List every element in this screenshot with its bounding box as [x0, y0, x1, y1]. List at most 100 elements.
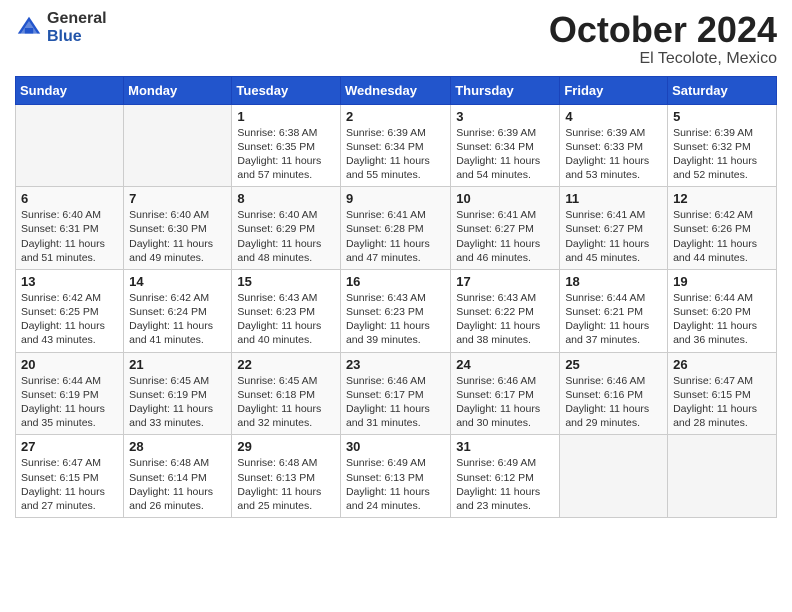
day-number: 27: [21, 439, 118, 454]
weekday-header-friday: Friday: [560, 76, 668, 104]
calendar-cell: 7Sunrise: 6:40 AM Sunset: 6:30 PM Daylig…: [124, 187, 232, 270]
day-info: Sunrise: 6:47 AM Sunset: 6:15 PM Dayligh…: [673, 374, 771, 431]
day-number: 1: [237, 109, 335, 124]
day-info: Sunrise: 6:41 AM Sunset: 6:27 PM Dayligh…: [565, 208, 662, 265]
calendar-cell: 16 Sunrise: 6:43 AM Sunset: 6:23 PM Dayli…: [340, 269, 450, 352]
week-row-3: 13 Sunrise: 6:42 AM Sunset: 6:25 PM Dayli…: [16, 269, 777, 352]
calendar-cell: 4 Sunrise: 6:39 AM Sunset: 6:33 PM Daylig…: [560, 104, 668, 187]
calendar-cell: 21 Sunrise: 6:45 AM Sunset: 6:19 PM Dayli…: [124, 352, 232, 435]
page: General Blue October 2024 El Tecolote, M…: [0, 0, 792, 612]
logo-text: General Blue: [47, 10, 107, 45]
day-info: Sunrise: 6:41 AM Sunset: 6:28 PM Dayligh…: [346, 208, 445, 265]
weekday-header-wednesday: Wednesday: [340, 76, 450, 104]
calendar-cell: 28 Sunrise: 6:48 AM Sunset: 6:14 PM Dayli…: [124, 435, 232, 518]
calendar-cell: 14 Sunrise: 6:42 AM Sunset: 6:24 PM Dayli…: [124, 269, 232, 352]
day-number: 8: [237, 191, 335, 206]
day-number: 18: [565, 274, 662, 289]
title-block: October 2024 El Tecolote, Mexico: [549, 10, 777, 68]
day-number: 16: [346, 274, 445, 289]
day-number: 20: [21, 357, 118, 372]
day-info: Sunrise: 6:39 AM Sunset: 6:34 PM Dayligh…: [346, 126, 445, 183]
weekday-header-thursday: Thursday: [451, 76, 560, 104]
calendar-cell: 31 Sunrise: 6:49 AM Sunset: 6:12 PM Dayli…: [451, 435, 560, 518]
day-number: 4: [565, 109, 662, 124]
weekday-header-tuesday: Tuesday: [232, 76, 341, 104]
day-number: 9: [346, 191, 445, 206]
day-number: 30: [346, 439, 445, 454]
calendar-table: SundayMondayTuesdayWednesdayThursdayFrid…: [15, 76, 777, 518]
weekday-header-monday: Monday: [124, 76, 232, 104]
weekday-header-row: SundayMondayTuesdayWednesdayThursdayFrid…: [16, 76, 777, 104]
calendar-cell: 30 Sunrise: 6:49 AM Sunset: 6:13 PM Dayli…: [340, 435, 450, 518]
calendar-cell: 10Sunrise: 6:41 AM Sunset: 6:27 PM Dayli…: [451, 187, 560, 270]
day-number: 22: [237, 357, 335, 372]
calendar-cell: 2 Sunrise: 6:39 AM Sunset: 6:34 PM Daylig…: [340, 104, 450, 187]
day-info: Sunrise: 6:42 AM Sunset: 6:24 PM Dayligh…: [129, 291, 226, 348]
calendar-cell: 18 Sunrise: 6:44 AM Sunset: 6:21 PM Dayli…: [560, 269, 668, 352]
calendar-cell: 8 Sunrise: 6:40 AM Sunset: 6:29 PM Daylig…: [232, 187, 341, 270]
calendar-cell: 3 Sunrise: 6:39 AM Sunset: 6:34 PM Daylig…: [451, 104, 560, 187]
week-row-2: 6 Sunrise: 6:40 AM Sunset: 6:31 PM Daylig…: [16, 187, 777, 270]
day-number: 12: [673, 191, 771, 206]
logo: General Blue: [15, 10, 107, 45]
day-info: Sunrise: 6:48 AM Sunset: 6:13 PM Dayligh…: [237, 456, 335, 513]
day-number: 19: [673, 274, 771, 289]
day-info: Sunrise: 6:46 AM Sunset: 6:17 PM Dayligh…: [456, 374, 554, 431]
week-row-1: 1 Sunrise: 6:38 AM Sunset: 6:35 PM Daylig…: [16, 104, 777, 187]
calendar-cell: 29Sunrise: 6:48 AM Sunset: 6:13 PM Dayli…: [232, 435, 341, 518]
calendar-cell: 13 Sunrise: 6:42 AM Sunset: 6:25 PM Dayli…: [16, 269, 124, 352]
day-info: Sunrise: 6:44 AM Sunset: 6:21 PM Dayligh…: [565, 291, 662, 348]
logo-icon: [15, 14, 43, 42]
weekday-header-sunday: Sunday: [16, 76, 124, 104]
day-info: Sunrise: 6:40 AM Sunset: 6:31 PM Dayligh…: [21, 208, 118, 265]
calendar-cell: 25Sunrise: 6:46 AM Sunset: 6:16 PM Dayli…: [560, 352, 668, 435]
day-number: 13: [21, 274, 118, 289]
week-row-5: 27Sunrise: 6:47 AM Sunset: 6:15 PM Dayli…: [16, 435, 777, 518]
calendar-cell: 5Sunrise: 6:39 AM Sunset: 6:32 PM Daylig…: [668, 104, 777, 187]
day-info: Sunrise: 6:46 AM Sunset: 6:17 PM Dayligh…: [346, 374, 445, 431]
calendar-cell: 23 Sunrise: 6:46 AM Sunset: 6:17 PM Dayli…: [340, 352, 450, 435]
day-number: 6: [21, 191, 118, 206]
header: General Blue October 2024 El Tecolote, M…: [15, 10, 777, 68]
day-info: Sunrise: 6:48 AM Sunset: 6:14 PM Dayligh…: [129, 456, 226, 513]
calendar-cell: 6 Sunrise: 6:40 AM Sunset: 6:31 PM Daylig…: [16, 187, 124, 270]
logo-blue: Blue: [47, 28, 107, 46]
day-number: 31: [456, 439, 554, 454]
day-number: 28: [129, 439, 226, 454]
day-info: Sunrise: 6:39 AM Sunset: 6:32 PM Dayligh…: [673, 126, 771, 183]
calendar-cell: 19 Sunrise: 6:44 AM Sunset: 6:20 PM Dayli…: [668, 269, 777, 352]
day-info: Sunrise: 6:43 AM Sunset: 6:23 PM Dayligh…: [346, 291, 445, 348]
calendar-cell: 20Sunrise: 6:44 AM Sunset: 6:19 PM Dayli…: [16, 352, 124, 435]
day-number: 2: [346, 109, 445, 124]
day-info: Sunrise: 6:38 AM Sunset: 6:35 PM Dayligh…: [237, 126, 335, 183]
day-info: Sunrise: 6:45 AM Sunset: 6:19 PM Dayligh…: [129, 374, 226, 431]
calendar-cell: 15Sunrise: 6:43 AM Sunset: 6:23 PM Dayli…: [232, 269, 341, 352]
day-number: 24: [456, 357, 554, 372]
calendar-cell: 12Sunrise: 6:42 AM Sunset: 6:26 PM Dayli…: [668, 187, 777, 270]
day-number: 3: [456, 109, 554, 124]
calendar-cell: 9 Sunrise: 6:41 AM Sunset: 6:28 PM Daylig…: [340, 187, 450, 270]
calendar-cell: 1 Sunrise: 6:38 AM Sunset: 6:35 PM Daylig…: [232, 104, 341, 187]
calendar-cell: [560, 435, 668, 518]
day-info: Sunrise: 6:43 AM Sunset: 6:22 PM Dayligh…: [456, 291, 554, 348]
day-info: Sunrise: 6:39 AM Sunset: 6:34 PM Dayligh…: [456, 126, 554, 183]
day-info: Sunrise: 6:42 AM Sunset: 6:25 PM Dayligh…: [21, 291, 118, 348]
day-info: Sunrise: 6:43 AM Sunset: 6:23 PM Dayligh…: [237, 291, 335, 348]
logo-general: General: [47, 10, 107, 28]
day-info: Sunrise: 6:39 AM Sunset: 6:33 PM Dayligh…: [565, 126, 662, 183]
day-number: 23: [346, 357, 445, 372]
day-number: 14: [129, 274, 226, 289]
day-number: 21: [129, 357, 226, 372]
day-info: Sunrise: 6:40 AM Sunset: 6:29 PM Dayligh…: [237, 208, 335, 265]
day-number: 25: [565, 357, 662, 372]
day-info: Sunrise: 6:44 AM Sunset: 6:20 PM Dayligh…: [673, 291, 771, 348]
title-month: October 2024: [549, 10, 777, 50]
day-info: Sunrise: 6:49 AM Sunset: 6:13 PM Dayligh…: [346, 456, 445, 513]
calendar-cell: 27Sunrise: 6:47 AM Sunset: 6:15 PM Dayli…: [16, 435, 124, 518]
calendar-cell: 24 Sunrise: 6:46 AM Sunset: 6:17 PM Dayli…: [451, 352, 560, 435]
day-info: Sunrise: 6:49 AM Sunset: 6:12 PM Dayligh…: [456, 456, 554, 513]
title-location: El Tecolote, Mexico: [549, 50, 777, 68]
day-number: 10: [456, 191, 554, 206]
weekday-header-saturday: Saturday: [668, 76, 777, 104]
calendar-cell: [16, 104, 124, 187]
